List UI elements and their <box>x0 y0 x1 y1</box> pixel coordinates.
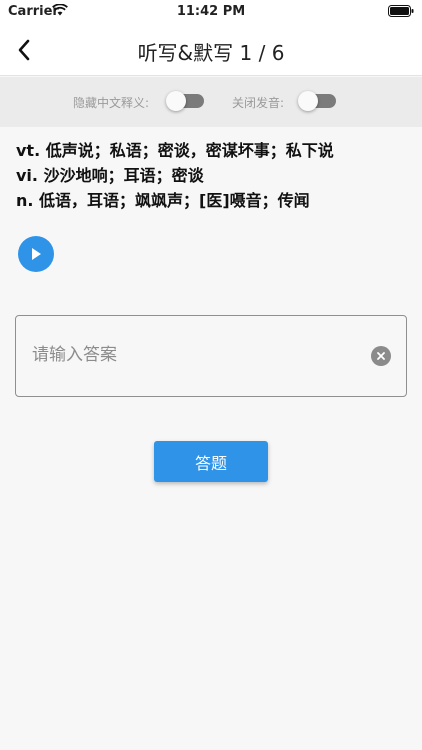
status-time: 11:42 PM <box>176 4 246 19</box>
answer-field <box>15 315 407 397</box>
play-icon <box>32 248 41 260</box>
status-bar: Carrier 11:42 PM <box>0 0 422 24</box>
definition-list: vt. 低声说；私语；密谈，密谋坏事；私下说 vi. 沙沙地响；耳语；密谈 n.… <box>16 138 416 213</box>
submit-answer-button[interactable]: 答题 <box>154 441 268 482</box>
play-button[interactable] <box>18 236 54 272</box>
page-title: 听写&默写 1 / 6 <box>137 41 285 65</box>
definition-line: n. 低语，耳语；飒飒声；[医]嗫音；传闻 <box>16 191 310 210</box>
definition-line: vt. 低声说；私语；密谈，密谋坏事；私下说 <box>16 141 334 160</box>
mute-label: 关闭发音: <box>232 96 285 110</box>
mute-toggle[interactable] <box>298 91 336 111</box>
nav-bar: 听写&默写 1 / 6 <box>0 24 422 76</box>
battery-icon <box>388 5 414 21</box>
settings-bar: 隐藏中文释义: 关闭发音: <box>0 77 422 127</box>
clear-icon <box>377 352 385 360</box>
answer-input[interactable] <box>32 342 362 368</box>
hide-chinese-label: 隐藏中文释义: <box>73 96 150 110</box>
definition-line: vi. 沙沙地响；耳语；密谈 <box>16 166 204 185</box>
clear-button[interactable] <box>371 346 391 366</box>
hide-chinese-toggle[interactable] <box>166 91 204 111</box>
toggle-knob <box>166 91 186 111</box>
toggle-knob <box>298 91 318 111</box>
